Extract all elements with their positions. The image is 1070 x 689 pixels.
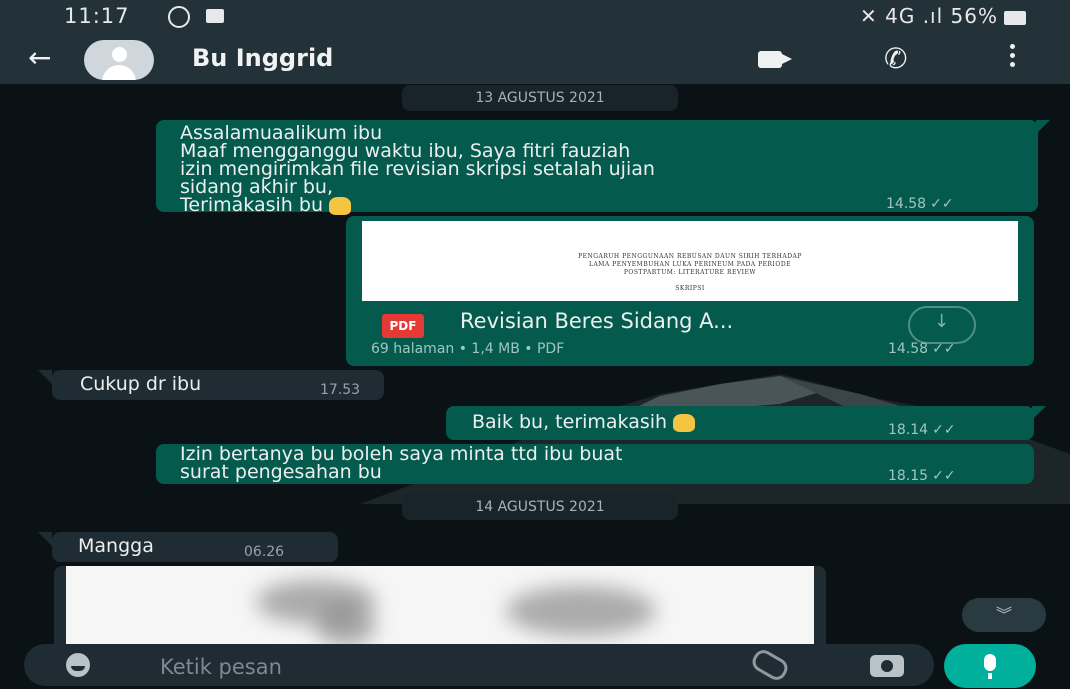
date-separator: 14 AGUSTUS 2021 [402, 494, 678, 520]
preview-line: PENGARUH PENGGUNAAN REBUSAN DAUN SIRIH T… [578, 253, 802, 260]
message-text: Mangga [78, 535, 154, 557]
message-meta: 14.58 ✓✓ [886, 194, 954, 215]
date-separator: 13 AGUSTUS 2021 [402, 85, 678, 111]
mic-icon [984, 654, 996, 679]
pdf-icon: PDF [382, 314, 424, 338]
contact-name[interactable]: Bu Inggrid [192, 44, 333, 72]
message-line: surat pengesahan bu [180, 461, 382, 483]
message-notification-icon [206, 9, 224, 23]
message-outgoing[interactable]: Izin bertanya bu boleh saya minta ttd ib… [156, 444, 1034, 484]
double-check-icon: ✓✓ [932, 468, 956, 484]
message-time: 18.15 [888, 468, 929, 484]
document-preview[interactable]: PENGARUH PENGGUNAAN REBUSAN DAUN SIRIH T… [362, 221, 1018, 301]
message-time: 18.14 [888, 422, 929, 438]
message-line: Baik bu, terimakasih [472, 411, 696, 433]
message-time: 14.58 [886, 196, 927, 212]
avatar-icon[interactable] [84, 40, 154, 80]
preview-line: SKRIPSI [675, 285, 705, 292]
battery-level: 56% [950, 4, 998, 28]
double-check-icon: ✓✓ [930, 196, 954, 212]
back-arrow-icon[interactable]: ← [28, 43, 51, 73]
whatsapp-notification-icon [168, 6, 190, 28]
message-text: Baik bu, terimakasih [472, 411, 668, 433]
message-outgoing[interactable]: Baik bu, terimakasih 18.14 ✓✓ [446, 406, 1034, 440]
phone-icon[interactable]: ✆ [884, 42, 907, 75]
mute-icon: ✕ [859, 4, 878, 28]
bubble-tail [38, 370, 52, 384]
emoji-icon[interactable] [66, 653, 90, 677]
input-bar: Ketik pesan [0, 644, 1070, 689]
image-message[interactable] [54, 566, 826, 644]
attach-icon[interactable] [748, 646, 792, 684]
video-call-icon[interactable] [758, 51, 792, 68]
chat-header: ← Bu Inggrid ✆ [0, 34, 1070, 84]
message-line-last: Terimakasih bu [180, 195, 351, 216]
preview-line: LAMA PENYEMBUHAN LUKA PERINEUM PADA PERI… [588, 261, 792, 268]
praying-hands-icon [673, 413, 696, 432]
message-time: 17.53 [320, 382, 361, 398]
network-type: 4G [885, 4, 916, 28]
download-icon[interactable] [908, 306, 976, 344]
bubble-tail [38, 532, 52, 546]
message-outgoing[interactable]: Assalamuaalikum ibu Maaf mengganggu wakt… [156, 120, 1038, 216]
message-incoming[interactable]: Cukup dr ibu 17.53 [52, 370, 384, 400]
message-text: Terimakasih bu [180, 194, 323, 216]
chat-area[interactable]: 13 AGUSTUS 2021 Assalamuaalikum ibu Maaf… [0, 84, 1070, 644]
double-check-icon: ✓✓ [932, 422, 956, 438]
document-name[interactable]: Revisian Beres Sidang A... [460, 309, 733, 333]
signal-icon: .ıl [922, 4, 944, 28]
message-text: Cukup dr ibu [80, 373, 202, 395]
message-meta: 14.58 ✓✓ [888, 341, 956, 357]
message-input-placeholder[interactable]: Ketik pesan [160, 655, 282, 679]
message-incoming[interactable]: Mangga 06.26 [52, 532, 338, 562]
image-thumbnail[interactable] [66, 566, 814, 644]
praying-hands-icon [328, 196, 351, 215]
bubble-tail [1032, 406, 1046, 420]
date-text: 13 AGUSTUS 2021 [475, 90, 605, 106]
date-text: 14 AGUSTUS 2021 [475, 499, 605, 515]
status-right: ✕ 4G .ıl 56% [860, 4, 1026, 28]
message-meta: 18.15 ✓✓ [888, 466, 956, 487]
double-check-icon: ✓✓ [932, 341, 956, 357]
more-options-icon[interactable] [1010, 44, 1016, 71]
phone-screen: 11:17 ✕ 4G .ıl 56% ← Bu Inggrid ✆ 13 AGU… [0, 0, 1070, 689]
battery-icon [1004, 10, 1026, 25]
mic-button[interactable] [944, 644, 1036, 688]
message-input-box[interactable]: Ketik pesan [24, 644, 934, 686]
bubble-tail [1036, 120, 1050, 134]
status-time: 11:17 [64, 4, 130, 28]
document-info: 69 halaman • 1,4 MB • PDF [371, 341, 565, 357]
message-meta: 18.14 ✓✓ [888, 420, 956, 441]
message-time: 14.58 [888, 341, 929, 357]
preview-line: POSTPARTUM: LITERATURE REVIEW [623, 269, 757, 276]
scroll-down-icon[interactable]: ︾ [962, 598, 1046, 632]
message-time: 06.26 [244, 544, 285, 560]
status-bar: 11:17 ✕ 4G .ıl 56% [0, 0, 1070, 34]
camera-icon[interactable] [870, 655, 904, 677]
